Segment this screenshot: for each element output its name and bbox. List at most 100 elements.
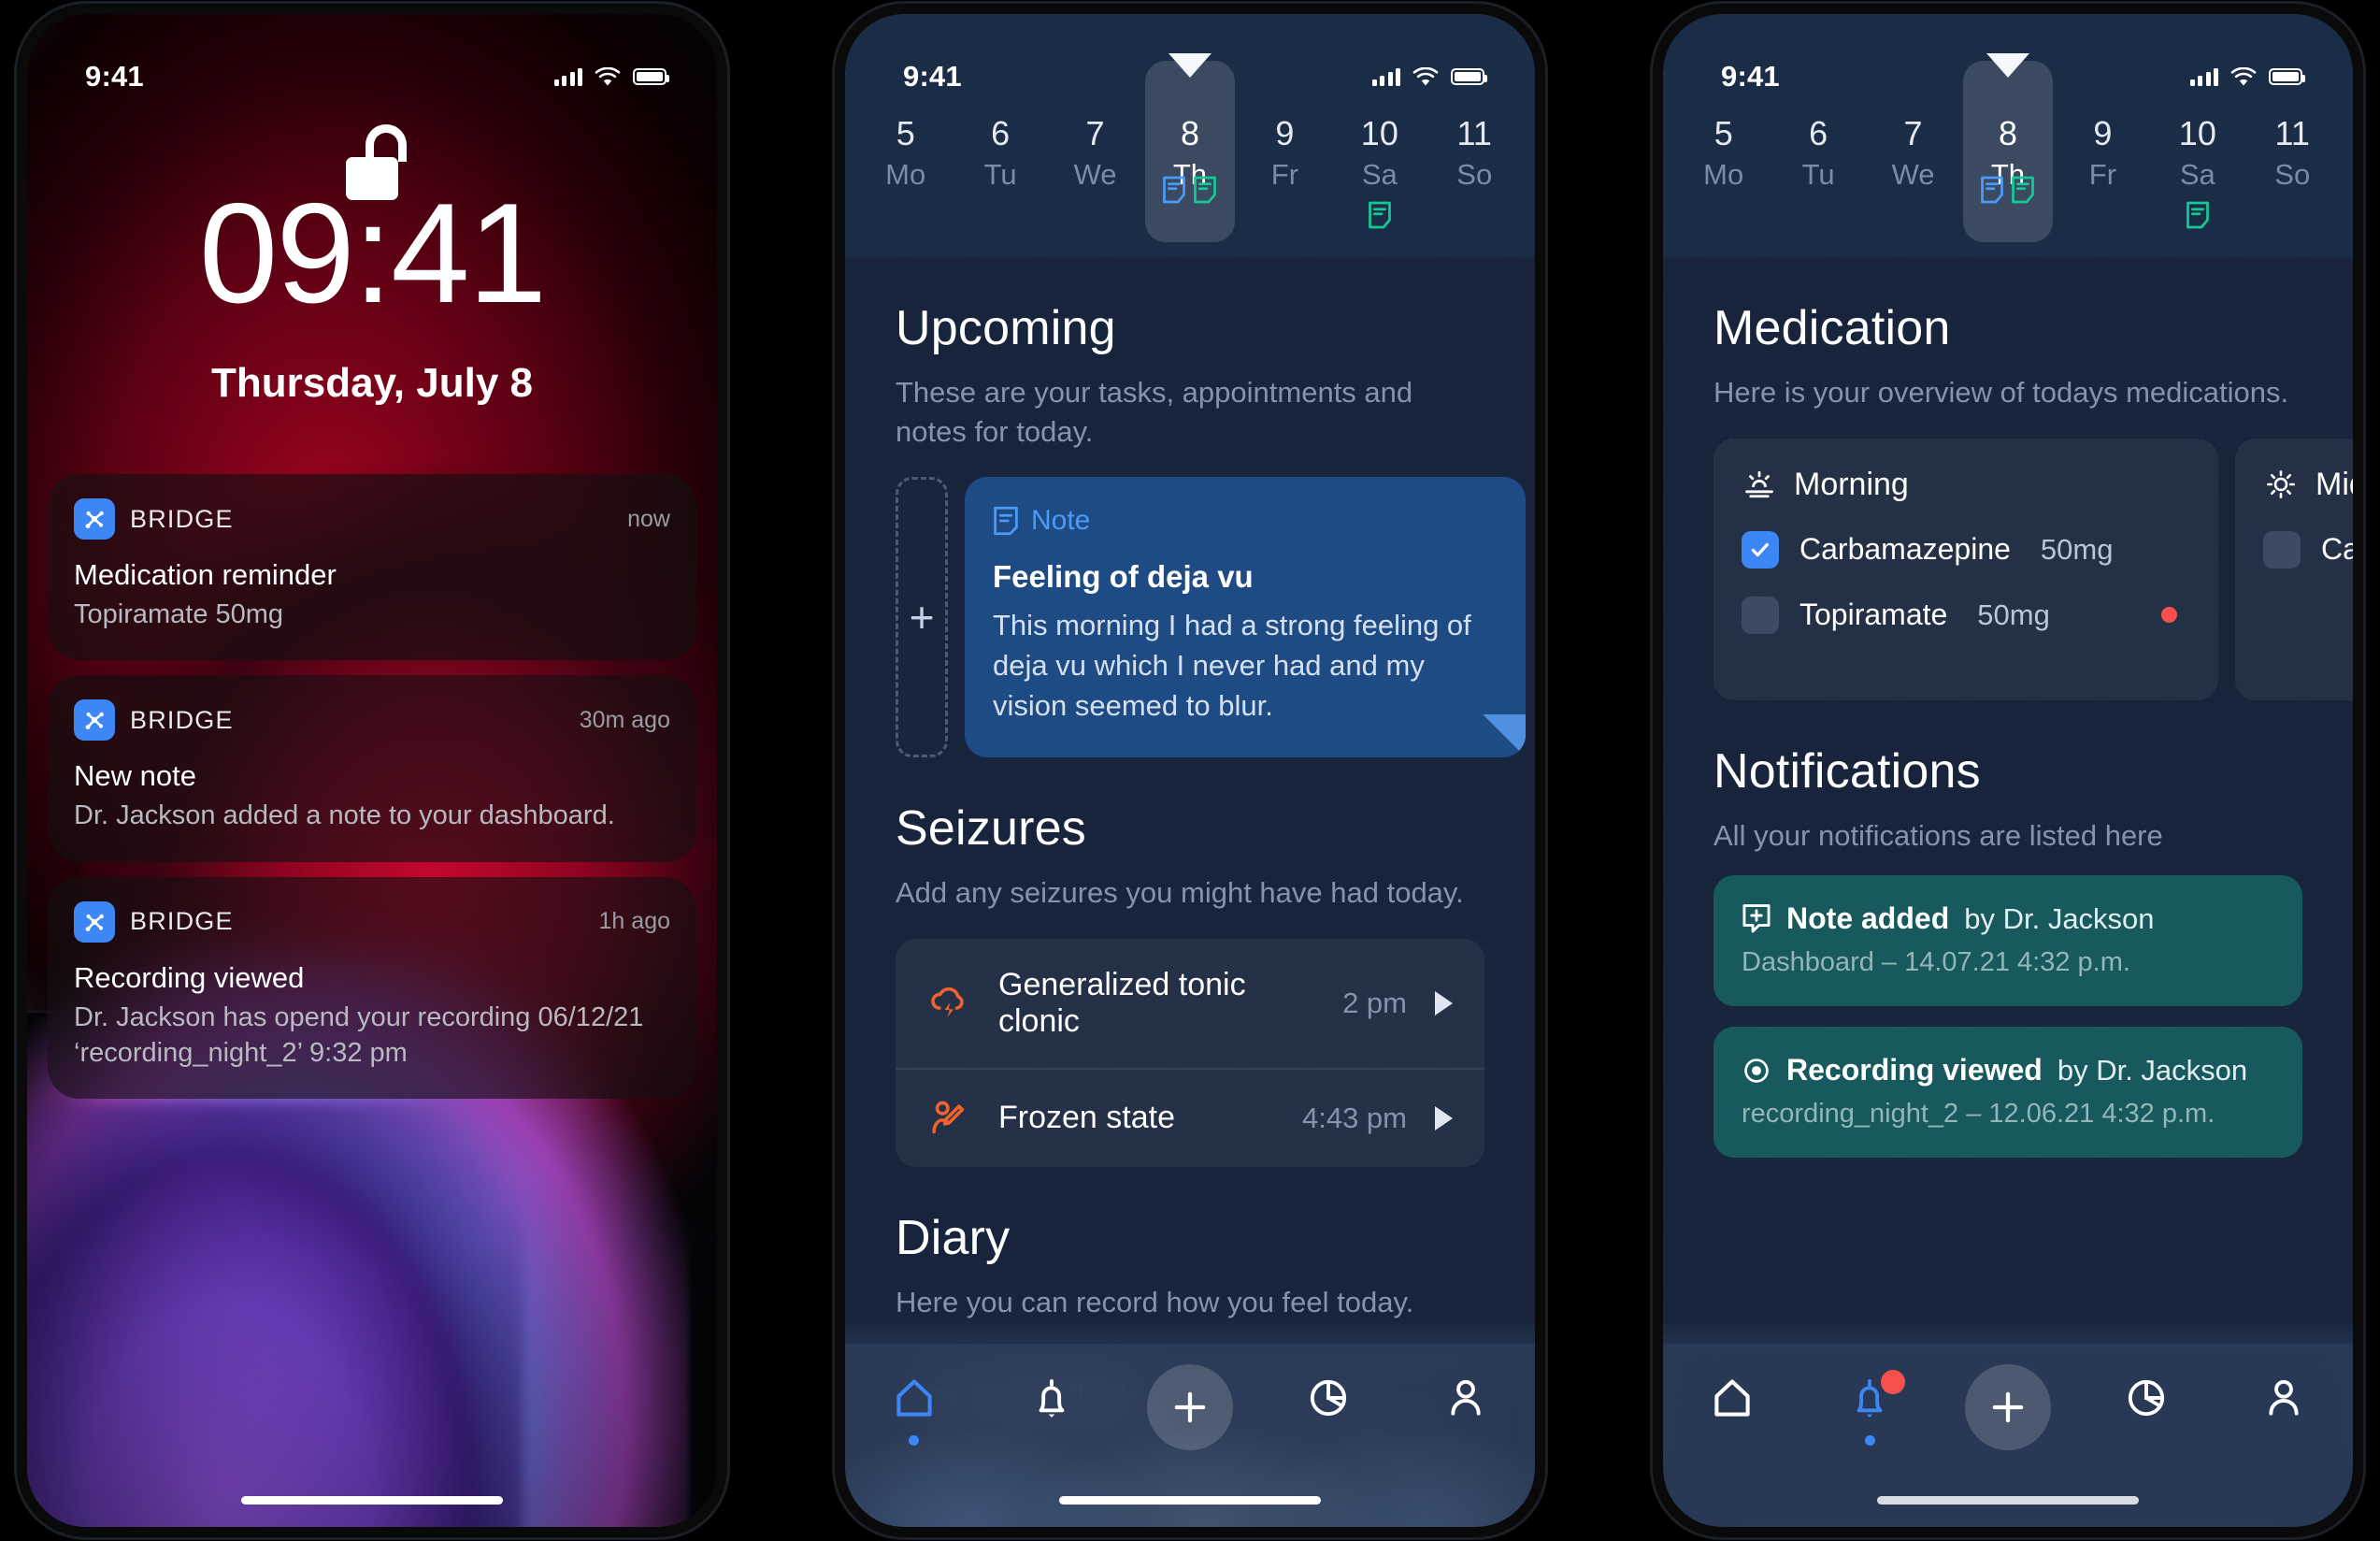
- day-number: 7: [1903, 114, 1923, 152]
- active-indicator-dot: [1864, 1435, 1875, 1446]
- day-weekday: Tu: [1801, 158, 1835, 191]
- sun-icon: [2267, 470, 2295, 498]
- plus-icon: [1174, 1391, 1206, 1423]
- tab-profile[interactable]: [1397, 1375, 1535, 1420]
- add-card-button[interactable]: +: [896, 477, 948, 758]
- list-item[interactable]: Recording viewed by Dr. Jackson recordin…: [1713, 1027, 2302, 1159]
- notif-app-name: BRIDGE: [130, 705, 234, 734]
- tab-add[interactable]: [1939, 1364, 2077, 1450]
- list-item[interactable]: BRIDGE now Medication reminder Topiramat…: [48, 474, 696, 661]
- day-number: 6: [1809, 114, 1828, 152]
- home-indicator[interactable]: [1059, 1496, 1321, 1505]
- checkbox-checked[interactable]: [1742, 530, 1779, 569]
- medication-name: Carbamazepine: [1799, 532, 2011, 567]
- day-weekday: So: [2274, 158, 2311, 191]
- notif-title: Recording viewed: [74, 960, 305, 994]
- section-title: Seizures: [896, 801, 1086, 857]
- medication-item[interactable]: Carbamaz: [2263, 530, 2353, 569]
- notification-author: by Dr. Jackson: [2057, 1053, 2248, 1087]
- day-number: 10: [2178, 114, 2216, 152]
- day-weekday: We: [1891, 158, 1935, 191]
- day-number: 7: [1085, 114, 1105, 152]
- tab-home[interactable]: [1663, 1375, 1801, 1420]
- day-cell-7[interactable]: 7 We: [1048, 93, 1142, 242]
- notification-title: Recording viewed: [1786, 1053, 2043, 1087]
- note-marker-icon: [2012, 176, 2035, 204]
- day-cell-6[interactable]: 6 Tu: [1771, 93, 1865, 242]
- list-item[interactable]: Generalized tonic clonic 2 pm: [896, 939, 1484, 1068]
- day-cell-5[interactable]: 5 Mo: [858, 93, 953, 242]
- day-cell-10[interactable]: 10 Sa: [1332, 93, 1427, 242]
- notif-body: Topiramate 50mg: [74, 599, 284, 629]
- tab-notifications[interactable]: [983, 1375, 1122, 1420]
- medication-name: Topiramate: [1799, 598, 1948, 632]
- day-weekday: We: [1073, 158, 1117, 191]
- date-strip: 5 Mo 6 Tu 7 We 8 Th 9 Fr 10 Sa 11 So: [1663, 14, 2353, 257]
- medication-section: Medication Here is your overview of toda…: [1663, 300, 2353, 412]
- seizure-list: Generalized tonic clonic 2 pm Frozen sta…: [896, 938, 1484, 1167]
- checkbox-unchecked[interactable]: [1742, 596, 1779, 634]
- plus-icon: [1992, 1391, 2024, 1423]
- notification-meta: Dashboard – 14.07.21 4:32 p.m.: [1742, 947, 2130, 978]
- card-text: This morning I had a strong feeling of d…: [993, 609, 1471, 722]
- tab-add[interactable]: [1121, 1364, 1259, 1450]
- day-weekday: Tu: [983, 158, 1017, 191]
- day-cell-8[interactable]: 8 Th: [1142, 53, 1237, 242]
- add-button[interactable]: [1146, 1364, 1233, 1450]
- medication-cards: Morning Carbamazepine 50mg Topiramate 50…: [1663, 438, 2353, 700]
- medication-item[interactable]: Carbamazepine 50mg: [1742, 530, 2190, 569]
- list-item[interactable]: Note added by Dr. Jackson Dashboard – 14…: [1713, 875, 2302, 1007]
- list-item[interactable]: BRIDGE 1h ago Recording viewed Dr. Jacks…: [48, 876, 696, 1100]
- bridge-app-icon: [74, 699, 115, 742]
- checkbox-unchecked[interactable]: [2263, 530, 2301, 569]
- chevron-right-icon[interactable]: [1435, 990, 1453, 1015]
- chart-icon: [2128, 1379, 2164, 1417]
- home-indicator[interactable]: [1877, 1496, 2139, 1505]
- notification-meta: recording_night_2 – 12.06.21 4:32 p.m.: [1742, 1099, 2215, 1130]
- lock-clock: 09:41: [198, 174, 547, 333]
- tab-statistics[interactable]: [2077, 1375, 2215, 1420]
- day-cell-9[interactable]: 9 Fr: [2056, 93, 2150, 242]
- day-cell-11[interactable]: 11 So: [1427, 93, 1522, 242]
- tab-notifications[interactable]: [1801, 1370, 1940, 1446]
- day-cell-9[interactable]: 9 Fr: [1238, 93, 1332, 242]
- day-number: 9: [2093, 114, 2113, 152]
- day-cell-7[interactable]: 7 We: [1866, 93, 1960, 242]
- day-markers: [2150, 201, 2244, 229]
- day-markers: [1142, 176, 1237, 204]
- list-item[interactable]: Frozen state 4:43 pm: [896, 1067, 1484, 1167]
- medication-item[interactable]: Topiramate 50mg: [1742, 596, 2190, 634]
- upcoming-cards: + Note Feeling of deja vu This morning I…: [845, 477, 1535, 758]
- day-cell-5[interactable]: 5 Mo: [1676, 93, 1771, 242]
- day-cell-10[interactable]: 10 Sa: [2150, 93, 2244, 242]
- tab-home[interactable]: [845, 1375, 983, 1446]
- person-icon: [1451, 1379, 1481, 1416]
- alert-dot: [2161, 607, 2177, 624]
- seizure-label: Frozen state: [998, 1100, 1175, 1136]
- day-cell-6[interactable]: 6 Tu: [953, 93, 1047, 242]
- add-button[interactable]: [1964, 1364, 2051, 1450]
- day-weekday: Fr: [1270, 158, 1299, 191]
- day-weekday: Mo: [885, 158, 926, 191]
- diary-section: Diary Here you can record how you feel t…: [845, 1210, 1535, 1322]
- phone-lockscreen: 9:41 09:41 Thursday, July 8 BRIDGE now M…: [17, 4, 727, 1537]
- tab-statistics[interactable]: [1259, 1375, 1398, 1420]
- medication-card-morning[interactable]: Morning Carbamazepine 50mg Topiramate 50…: [1713, 438, 2218, 700]
- notif-timestamp: 30m ago: [579, 706, 670, 733]
- note-marker-icon: [1981, 176, 2004, 204]
- bell-icon: [1039, 1378, 1065, 1418]
- medication-card-midday[interactable]: Midday Carbamaz: [2235, 438, 2353, 700]
- day-cell-11[interactable]: 11 So: [2245, 93, 2340, 242]
- seizure-label: Generalized tonic clonic: [998, 966, 1246, 1039]
- eye-target-icon: [1744, 1058, 1769, 1083]
- tab-profile[interactable]: [2215, 1375, 2353, 1420]
- home-icon: [1714, 1379, 1750, 1417]
- notification-author: by Dr. Jackson: [1964, 901, 2155, 935]
- note-card[interactable]: Note Feeling of deja vu This morning I h…: [965, 477, 1526, 758]
- list-item[interactable]: BRIDGE 30m ago New note Dr. Jackson adde…: [48, 675, 696, 862]
- day-number: 5: [896, 114, 915, 152]
- day-cell-8[interactable]: 8 Th: [1960, 53, 2055, 242]
- phone-dashboard: 5 Mo 6 Tu 7 We 8 Th 9 Fr 10 Sa 11 So Upcoming These a…: [835, 4, 1545, 1537]
- chevron-right-icon[interactable]: [1435, 1105, 1453, 1131]
- home-indicator[interactable]: [241, 1496, 503, 1505]
